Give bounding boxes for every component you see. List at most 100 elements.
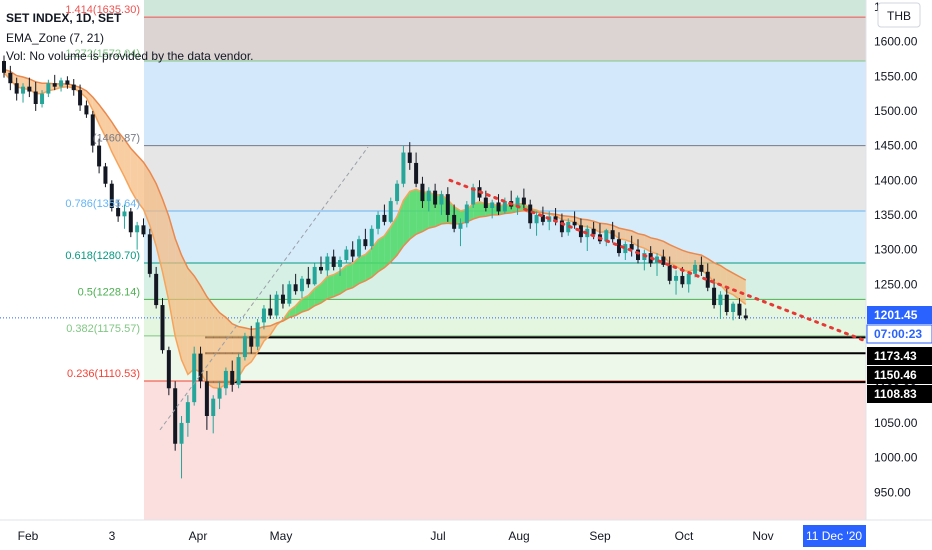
candle-body: [59, 80, 64, 87]
candle-body: [65, 80, 70, 85]
time-tick-label[interactable]: Apr: [189, 529, 208, 543]
time-axis[interactable]: Feb 3 Apr May Jul Aug Sep Oct Nov 11 Dec '20: [18, 525, 866, 547]
candle-body: [255, 322, 260, 347]
candle-body: [743, 315, 748, 319]
fib-zones: [144, 0, 866, 520]
candle-body: [287, 284, 292, 304]
candle-body: [97, 145, 102, 167]
price-tick-label[interactable]: 1050.00: [874, 416, 918, 430]
candle-body: [78, 90, 83, 106]
price-tag-label: 1201.45: [874, 308, 918, 322]
fib-label: 0.618(1280.70): [65, 250, 140, 262]
candle-body: [534, 214, 539, 224]
candle-body: [122, 211, 127, 217]
candle-body: [236, 357, 241, 385]
candle-body: [338, 260, 343, 267]
candle-body: [363, 239, 368, 247]
fib-label: 0.786(1355.64): [65, 198, 140, 210]
price-tick-label[interactable]: 1500.00: [874, 104, 918, 118]
candle-body: [211, 398, 216, 416]
fib-label: (1460.87): [93, 133, 140, 145]
currency-label: THB: [887, 9, 911, 23]
time-tick-label[interactable]: Sep: [589, 529, 611, 543]
time-tick-label[interactable]: 3: [109, 529, 116, 543]
candle-body: [369, 228, 374, 247]
candle-body: [528, 204, 533, 224]
candle-body: [667, 264, 672, 281]
candle-body: [350, 249, 355, 257]
price-tag-label: 1150.46: [874, 368, 917, 382]
price-axis[interactable]: 950.001000.001050.001100.001150.001200.0…: [874, 0, 918, 499]
ema-zone-segment: [206, 296, 214, 388]
fib-label: 0.382(1175.57): [66, 323, 140, 335]
ema-zone-segment: [327, 274, 334, 299]
symbol-title[interactable]: SET INDEX, 1D, SET: [6, 11, 122, 25]
candle-body: [71, 84, 76, 91]
candle-body: [21, 86, 26, 94]
candle-body: [103, 166, 108, 184]
candle-body: [141, 225, 146, 235]
time-tick-label[interactable]: Aug: [508, 529, 529, 543]
candle-body: [376, 214, 381, 229]
candle-body: [242, 336, 247, 358]
time-tick-label[interactable]: Oct: [675, 529, 694, 543]
price-tags: 1201.45 07:00:23 1173.43 1150.46 1108.83: [866, 306, 932, 403]
candle-body: [204, 381, 209, 416]
candle-body: [33, 91, 38, 104]
candle-body: [319, 266, 323, 271]
currency-badge[interactable]: THB: [877, 2, 921, 28]
candle-body: [731, 303, 736, 312]
candle-body: [179, 422, 184, 444]
chart-canvas: 1.414(1635.30)1.272(1572.04)(1460.87)0.7…: [0, 0, 932, 547]
ema-zone-segment: [714, 262, 721, 285]
time-tick-label[interactable]: Feb: [18, 529, 39, 543]
price-tick-label[interactable]: 1400.00: [874, 173, 918, 187]
candle-body: [661, 256, 666, 265]
candle-body: [680, 275, 685, 285]
price-tick-label[interactable]: 1450.00: [874, 139, 918, 153]
candle-body: [128, 211, 133, 233]
candle-body: [674, 275, 679, 281]
candle-body: [357, 239, 362, 257]
candle-body: [483, 197, 488, 208]
price-tag-label: 07:00:23: [874, 327, 922, 341]
candle-body: [312, 266, 317, 285]
price-tick-label[interactable]: 1300.00: [874, 243, 918, 257]
fib-label: 0.236(1110.53): [67, 368, 140, 380]
candle-body: [185, 402, 190, 423]
time-tick-label[interactable]: Jul: [430, 529, 445, 543]
indicator-label[interactable]: EMA_Zone (7, 21): [6, 31, 104, 45]
volume-note: Vol: No volume is provided by the data v…: [6, 49, 253, 63]
candle-body: [249, 336, 254, 347]
price-tick-label[interactable]: 1350.00: [874, 208, 918, 222]
candle-body: [217, 388, 222, 399]
candle-body: [420, 183, 425, 202]
candle-body: [46, 83, 51, 94]
time-tick-label[interactable]: Nov: [752, 529, 773, 543]
candle-body: [414, 162, 419, 184]
candle-body: [261, 308, 266, 323]
candle-body: [268, 308, 273, 316]
candle-body: [52, 83, 57, 87]
candle-body: [84, 105, 89, 115]
ema-zone-segment: [359, 254, 366, 284]
price-tick-label[interactable]: 1000.00: [874, 451, 918, 465]
price-tick-label[interactable]: 1550.00: [874, 69, 918, 83]
candle-body: [439, 194, 444, 205]
price-tick-label[interactable]: 1600.00: [874, 35, 918, 49]
candle-body: [426, 190, 431, 202]
candle-body: [173, 388, 178, 444]
candle-body: [401, 152, 406, 184]
candle-body: [280, 294, 285, 304]
time-tick-label[interactable]: May: [270, 529, 293, 543]
candle-body: [274, 294, 279, 316]
price-tag-label: 1173.43: [874, 349, 917, 363]
candle-body: [154, 273, 159, 306]
price-tick-label[interactable]: 950.00: [874, 485, 911, 499]
candle-body: [712, 287, 717, 306]
candle-body: [223, 370, 228, 389]
candle-body: [192, 353, 197, 403]
price-tick-label[interactable]: 1250.00: [874, 277, 918, 291]
ema-zone-segment: [346, 263, 353, 290]
candle-body: [388, 201, 393, 222]
